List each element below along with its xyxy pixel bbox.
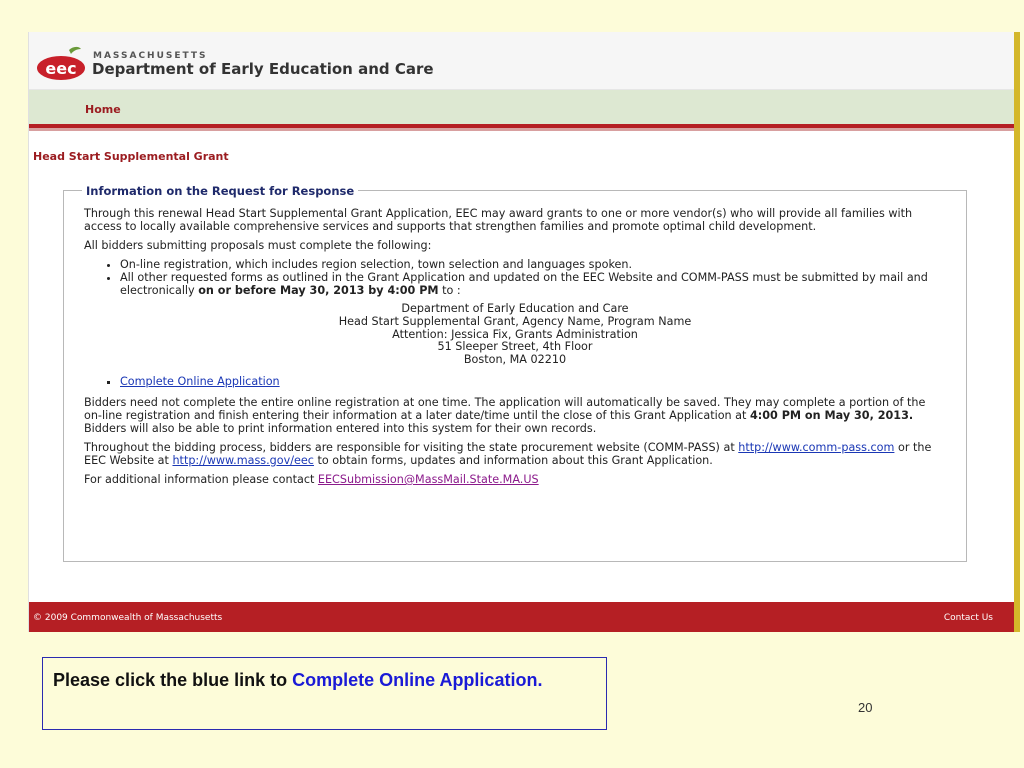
eec-logo-icon: eec [37, 46, 85, 80]
text-span: to obtain forms, updates and information… [313, 453, 713, 467]
requirements-list: On-line registration, which includes reg… [120, 258, 946, 297]
registration-text: Bidders need not complete the entire onl… [84, 396, 946, 435]
deadline-bold: 4:00 PM on May 30, 2013. [749, 408, 914, 422]
info-panel: Information on the Request for Response … [63, 185, 967, 562]
panel-legend: Information on the Request for Response [82, 185, 359, 198]
text-span: Bidders will also be able to print infor… [84, 421, 597, 435]
browser-screenshot: eec MASSACHUSETTS Department of Early Ed… [28, 32, 1014, 632]
list-item: On-line registration, which includes reg… [120, 258, 946, 271]
text-span: Throughout the bidding process, bidders … [84, 440, 739, 454]
address-line: Boston, MA 02210 [463, 353, 567, 367]
instruction-callout: Please click the blue link to Complete O… [42, 657, 607, 730]
intro-text: Through this renewal Head Start Suppleme… [84, 207, 913, 233]
nav-divider [29, 128, 1014, 131]
eec-website-link[interactable]: http://www.mass.gov/eec [172, 454, 313, 467]
footer-copyright: © 2009 Commonwealth of Massachusetts [33, 613, 223, 623]
deadline-bold: on or before May 30, 2013 by 4:00 PM [198, 284, 439, 297]
address-line: Head Start Supplemental Grant, Agency Na… [338, 314, 692, 328]
site-header: eec MASSACHUSETTS Department of Early Ed… [29, 32, 1014, 90]
page-title: Head Start Supplemental Grant [33, 150, 229, 163]
complete-online-application-link[interactable]: Complete Online Application [120, 375, 280, 388]
application-link-list: Complete Online Application [120, 375, 946, 388]
procurement-text: Throughout the bidding process, bidders … [84, 441, 946, 467]
slide-number: 20 [858, 700, 873, 715]
contact-us-link[interactable]: Contact Us [944, 613, 993, 623]
site-footer: © 2009 Commonwealth of Massachusetts Con… [29, 602, 1014, 632]
nav-bar: Home [29, 90, 1014, 128]
mailing-address: Department of Early Education and Care H… [84, 302, 946, 367]
bullet-text: On-line registration, which includes reg… [120, 258, 633, 271]
bullet-text: to : [438, 284, 461, 297]
contact-text: For additional information please contac… [84, 473, 946, 486]
commpass-link[interactable]: http://www.comm-pass.com [738, 441, 894, 454]
brand-department: Department of Early Education and Care [92, 60, 434, 78]
callout-highlight: Complete Online Application. [292, 670, 543, 690]
list-item: Complete Online Application [120, 375, 946, 388]
list-item: All other requested forms as outlined in… [120, 271, 946, 297]
address-line: Department of Early Education and Care [401, 302, 629, 315]
nav-home-link[interactable]: Home [85, 103, 121, 116]
logo-text: eec [45, 59, 76, 78]
requirements-lead: All bidders submitting proposals must co… [84, 239, 432, 252]
text-span: For additional information please contac… [84, 472, 318, 486]
slide-accent-bar [1014, 32, 1020, 632]
email-link[interactable]: EECSubmission@MassMail.State.MA.US [318, 473, 539, 486]
callout-text: Please click the blue link to [53, 670, 293, 690]
